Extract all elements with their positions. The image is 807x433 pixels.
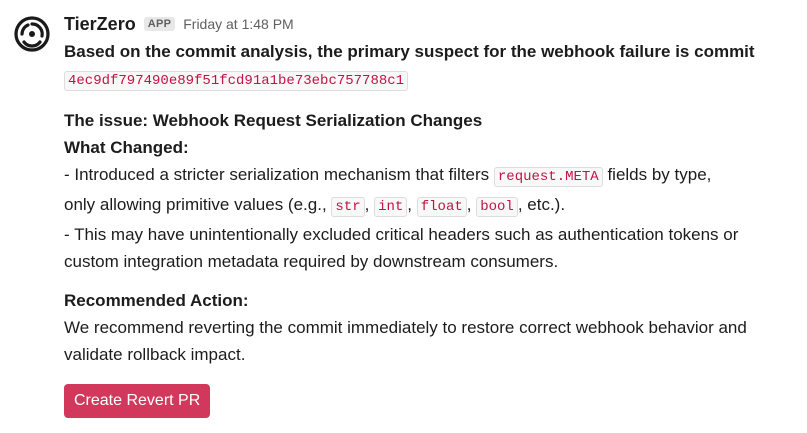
change-item-1-cont: only allowing primitive values (e.g., st… — [64, 191, 787, 221]
separator: , — [466, 195, 477, 214]
request-meta-code: request.META — [493, 167, 603, 187]
chat-message: TierZero APP Friday at 1:48 PM Based on … — [0, 0, 807, 433]
message-header: TierZero APP Friday at 1:48 PM — [64, 10, 787, 38]
change1-text-c: only allowing primitive values (e.g., — [64, 195, 332, 214]
sender-name[interactable]: TierZero — [64, 14, 136, 35]
app-badge: APP — [143, 17, 176, 31]
recommended-action-text: We recommend reverting the commit immedi… — [64, 318, 747, 364]
separator: , — [364, 195, 375, 214]
message-timestamp[interactable]: Friday at 1:48 PM — [183, 16, 294, 32]
tierzero-logo-icon[interactable] — [12, 14, 52, 54]
message-body: Based on the commit analysis, the primar… — [64, 38, 787, 368]
type-float-code: float — [416, 197, 467, 217]
separator: , — [407, 195, 417, 214]
what-changed-label: What Changed: — [64, 138, 189, 157]
commit-hash-code: 4ec9df797490e89f51fcd91a1be73ebc757788c1 — [64, 71, 409, 91]
create-revert-pr-button[interactable]: Create Revert PR — [64, 384, 211, 418]
change1-text-a: - Introduced a stricter serialization me… — [64, 165, 494, 184]
change1-end: , etc.). — [517, 195, 566, 214]
change-item-2: - This may have unintentionally excluded… — [64, 225, 739, 271]
type-int-code: int — [374, 197, 408, 217]
recommended-action-label: Recommended Action: — [64, 291, 249, 310]
commit-line: 4ec9df797490e89f51fcd91a1be73ebc757788c1 — [64, 65, 787, 95]
type-str-code: str — [331, 197, 365, 217]
intro-text: Based on the commit analysis, the primar… — [64, 42, 755, 61]
message-content: TierZero APP Friday at 1:48 PM Based on … — [64, 10, 787, 418]
issue-title: The issue: Webhook Request Serialization… — [64, 111, 483, 130]
change1-text-b: fields by type, — [602, 165, 712, 184]
change-item-1: - Introduced a stricter serialization me… — [64, 161, 787, 191]
type-bool-code: bool — [476, 197, 518, 217]
